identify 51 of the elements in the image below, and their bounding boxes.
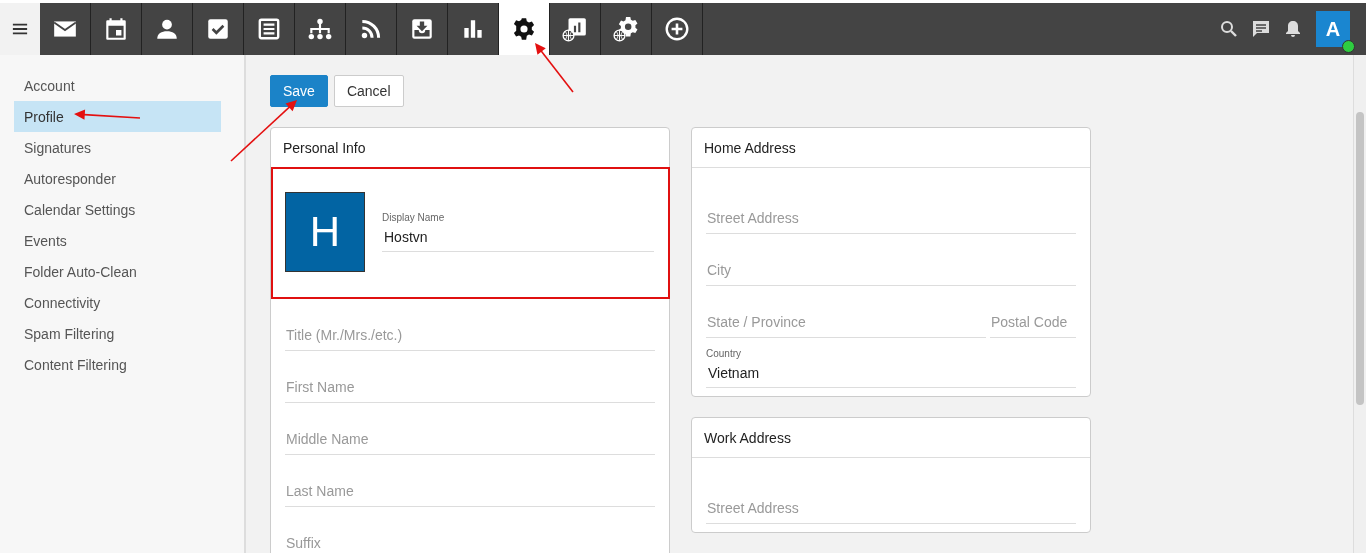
field-value: Hostvn [383, 229, 429, 245]
hierarchy-icon [307, 16, 333, 42]
sidebar-item[interactable]: Autoresponder [14, 163, 221, 194]
sidebar-item[interactable]: Connectivity [14, 287, 221, 318]
search-icon[interactable] [1220, 20, 1238, 38]
text-field[interactable]: City [706, 262, 1076, 286]
sidebar-item[interactable]: Profile [14, 101, 221, 132]
sidebar-item[interactable]: Events [14, 225, 221, 256]
sidebar-item[interactable]: Folder Auto-Clean [14, 256, 221, 287]
notes-icon [256, 16, 282, 42]
field-value: Vietnam [707, 365, 761, 381]
text-field[interactable]: Last Name [285, 483, 655, 507]
checkbox-icon [205, 16, 231, 42]
annotation-arrow [535, 43, 574, 93]
profile-photo[interactable]: H [285, 192, 365, 272]
card-title: Personal Info [271, 128, 669, 168]
sidebar-item[interactable]: Calendar Settings [14, 194, 221, 225]
text-field[interactable]: Suffix [285, 535, 655, 553]
text-field[interactable]: Postal Code [990, 314, 1076, 338]
annotation-arrow [74, 109, 141, 120]
card-title: Home Address [692, 128, 1090, 168]
text-field[interactable]: Street Address [706, 210, 1076, 234]
bell-icon[interactable] [1284, 20, 1302, 38]
text-field[interactable]: First Name [285, 379, 655, 403]
calendar-icon [103, 16, 129, 42]
inbox-icon [409, 16, 435, 42]
text-field[interactable]: Street Address [706, 500, 1076, 524]
country-field[interactable]: Country Vietnam [706, 348, 1076, 388]
cancel-button[interactable]: Cancel [333, 75, 404, 107]
field-label: Display Name [382, 212, 446, 223]
chart-globe-icon [562, 16, 588, 42]
settings-icon [511, 16, 537, 42]
add-icon [664, 16, 690, 42]
save-button[interactable]: Save [270, 75, 328, 107]
gear-globe-icon [613, 16, 639, 42]
field-label: Country [706, 348, 742, 359]
sidebar-item[interactable]: Content Filtering [14, 349, 221, 380]
text-field[interactable]: Title (Mr./Mrs./etc.) [285, 327, 655, 351]
sidebar-item[interactable]: Spam Filtering [14, 318, 221, 349]
display-name-field[interactable]: Display Name Hostvn [382, 212, 654, 252]
scrollbar[interactable] [1353, 55, 1366, 553]
menu-button[interactable] [0, 3, 40, 55]
sidebar-item[interactable]: Signatures [14, 132, 221, 163]
text-field[interactable]: Middle Name [285, 431, 655, 455]
menu-icon [12, 21, 28, 37]
text-field[interactable]: State / Province [706, 314, 986, 338]
card-title: Work Address [692, 418, 1090, 458]
app-tab[interactable] [499, 3, 550, 55]
sidebar-item[interactable]: Account [14, 70, 221, 101]
chat-icon[interactable] [1252, 20, 1270, 38]
user-avatar[interactable]: A [1316, 11, 1350, 47]
